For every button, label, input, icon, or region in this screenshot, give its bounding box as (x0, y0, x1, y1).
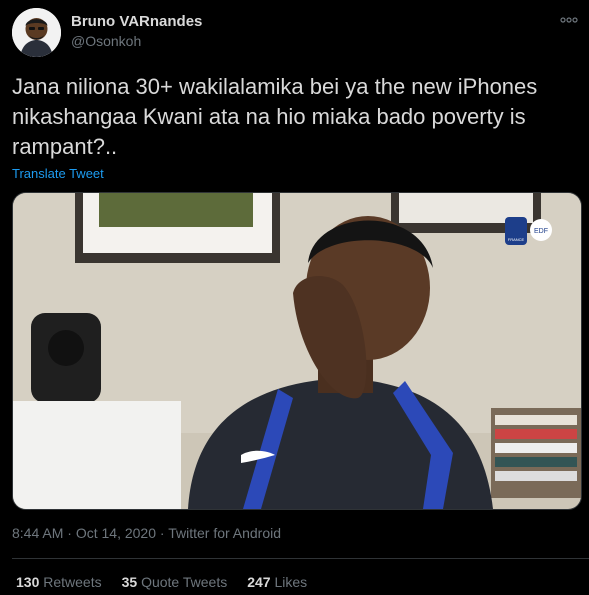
meta-separator: · (67, 525, 72, 541)
tweet-date[interactable]: Oct 14, 2020 (76, 525, 156, 541)
tweet-time[interactable]: 8:44 AM (12, 525, 63, 541)
translate-tweet-link[interactable]: Translate Tweet (12, 166, 104, 181)
user-handle[interactable]: @Osonkoh (71, 33, 141, 49)
retweets-stat[interactable]: 130 Retweets (16, 574, 102, 590)
tweet-source[interactable]: Twitter for Android (168, 525, 281, 541)
quote-tweets-stat[interactable]: 35 Quote Tweets (122, 574, 228, 590)
meta-separator: · (159, 525, 165, 541)
likes-stat[interactable]: 247 Likes (247, 574, 307, 590)
tweet-stats: 130 Retweets 35 Quote Tweets 247 Likes (16, 574, 307, 590)
fff-badge: FRANCE (508, 237, 525, 242)
more-options-icon[interactable] (559, 13, 579, 27)
avatar[interactable] (12, 8, 61, 57)
user-name[interactable]: Bruno VARnandes (71, 13, 202, 30)
tweet-text: Jana niliona 30+ wakilalamika bei ya the… (12, 74, 538, 159)
tweet-media-image[interactable]: EDF FRANCE (12, 192, 582, 510)
divider (12, 558, 589, 559)
tweet-metadata: 8:44 AM · Oct 14, 2020 · Twitter for And… (12, 525, 281, 541)
edf-logo: EDF (534, 228, 548, 235)
